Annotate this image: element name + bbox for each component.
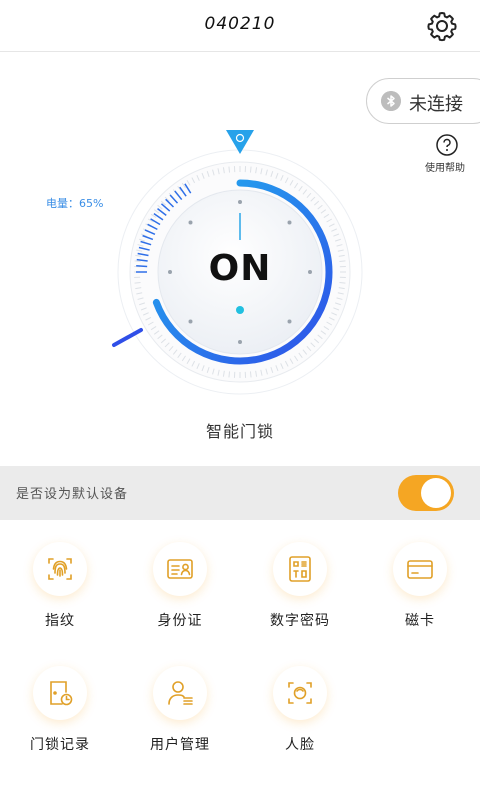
func-icon-circle (153, 666, 207, 720)
func-keypad[interactable]: 数字密码 (240, 542, 360, 652)
func-door-record[interactable]: 门锁记录 (0, 666, 120, 776)
func-label: 磁卡 (405, 613, 435, 629)
lock-state-button[interactable]: ON (190, 248, 290, 289)
card-icon (407, 560, 433, 579)
func-icon-circle (33, 666, 87, 720)
func-label: 门锁记录 (30, 737, 90, 753)
func-icon-circle (273, 542, 327, 596)
fingerprint-icon (48, 558, 72, 580)
battery-tick (136, 265, 148, 268)
dial-dot (188, 220, 193, 225)
func-icon-circle (393, 542, 447, 596)
lock-dial (112, 130, 363, 395)
dial-tick (249, 166, 252, 173)
battery-label: 电量：65% (46, 197, 104, 210)
id-card-icon (167, 559, 193, 579)
dial-tick (228, 166, 231, 173)
dial-tick (339, 260, 346, 263)
func-label: 人脸 (285, 737, 315, 753)
dial-dot (188, 319, 193, 324)
default-device-row: 是否设为默认设备 (0, 466, 480, 520)
dial-dot (238, 340, 242, 344)
func-face[interactable]: 人脸 (240, 666, 360, 776)
func-label: 用户管理 (150, 737, 210, 753)
dial-tick (228, 371, 231, 378)
door-record-icon (50, 681, 73, 706)
dial-dot (287, 319, 292, 324)
default-device-label: 是否设为默认设备 (16, 487, 129, 502)
func-card[interactable]: 磁卡 (360, 542, 480, 652)
dial-dot (238, 200, 242, 204)
toggle-knob (421, 478, 451, 508)
function-grid: 指纹 身份证 数字密码 磁卡 门锁记录 用户管理 人脸 (0, 520, 480, 800)
dial-dot (168, 270, 172, 274)
func-label: 指纹 (45, 613, 75, 629)
dial-tick (134, 281, 141, 284)
default-device-toggle[interactable] (398, 475, 454, 511)
func-user-manage[interactable]: 用户管理 (120, 666, 240, 776)
dial-dot (287, 220, 292, 225)
face-icon (288, 682, 312, 704)
func-icon-circle (33, 542, 87, 596)
func-fingerprint[interactable]: 指纹 (0, 542, 120, 652)
func-icon-circle (153, 542, 207, 596)
keypad-icon (289, 556, 311, 582)
device-name: 智能门锁 (205, 422, 274, 441)
dial-dot (308, 270, 312, 274)
func-id-card[interactable]: 身份证 (120, 542, 240, 652)
dial-center-dot (236, 306, 244, 314)
func-label: 数字密码 (270, 613, 330, 629)
dial-tick (134, 260, 141, 263)
user-manage-icon (168, 681, 193, 705)
func-icon-circle (273, 666, 327, 720)
dial-tick (339, 281, 346, 284)
dial-tick (249, 371, 252, 378)
func-label: 身份证 (157, 613, 203, 629)
